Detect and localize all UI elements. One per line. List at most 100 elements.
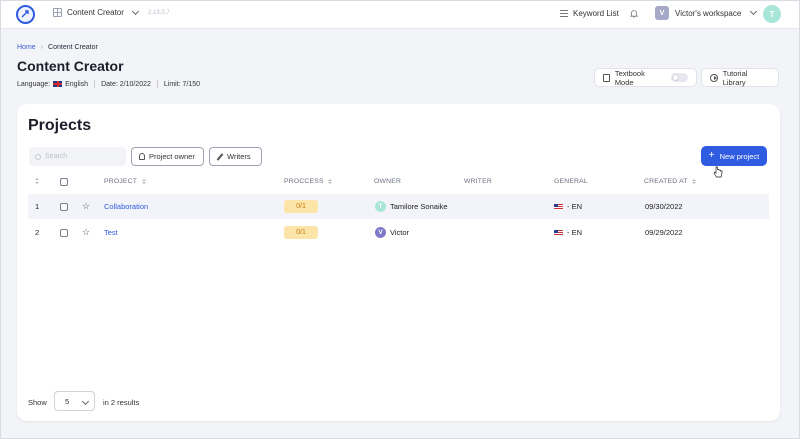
- sort-icon: [141, 178, 146, 185]
- chevron-right-icon: ›: [40, 44, 44, 51]
- owner-cell: V Victor: [375, 220, 409, 245]
- owner-name: Victor: [390, 228, 410, 237]
- tutorial-library-button[interactable]: Tutorial Library: [701, 68, 779, 87]
- keyword-list-label: Keyword List: [573, 9, 619, 18]
- row-index: 2: [35, 228, 40, 237]
- plus-icon: +: [708, 150, 715, 161]
- search-placeholder: Search: [45, 153, 68, 160]
- general-cell: - EN: [554, 220, 582, 245]
- new-project-button[interactable]: + New project: [701, 146, 767, 166]
- column-created-at-label: CREATED AT: [644, 178, 688, 185]
- column-project-label: PROJECT: [104, 178, 138, 185]
- sort-icon: [34, 178, 39, 184]
- writers-label: Writers: [227, 152, 251, 161]
- divider: [94, 80, 96, 88]
- play-icon: [710, 73, 718, 82]
- sort-icon: [328, 178, 333, 185]
- version-label: 2.13.0.7: [148, 10, 170, 16]
- chevron-down-icon: [750, 7, 758, 16]
- user-icon: [139, 153, 145, 160]
- sort-icon: [692, 178, 697, 185]
- date-label: Date: 2/10/2022: [101, 80, 151, 88]
- general-cell: - EN: [554, 194, 582, 219]
- workspace-avatar: V: [655, 6, 669, 20]
- column-general-label: GENERAL: [554, 178, 588, 185]
- general-value: - EN: [567, 228, 582, 237]
- show-label: Show: [28, 398, 47, 407]
- grid-icon: [53, 8, 62, 17]
- page-title: Content Creator: [17, 58, 124, 74]
- language-label: Language:: [17, 80, 51, 88]
- general-value: - EN: [567, 202, 582, 211]
- projects-card: Projects Search Project owner Writers + …: [17, 104, 780, 421]
- table-row[interactable]: 2 ☆ Test 0/1 V Victor - EN 09/29/2022: [28, 220, 769, 245]
- sort-index[interactable]: [34, 178, 39, 184]
- workspace-switcher[interactable]: V Victor's workspace: [655, 6, 758, 20]
- column-created-at[interactable]: CREATED AT: [644, 178, 697, 185]
- top-bar: Content Creator 2.13.0.7 Keyword List V …: [0, 0, 800, 29]
- app-name: Content Creator: [67, 8, 124, 17]
- textbook-mode-toggle[interactable]: Textbook Mode: [594, 68, 697, 87]
- created-at-cell: 09/29/2022: [645, 228, 683, 237]
- page-meta: Language: English Date: 2/10/2022 Limit:…: [17, 80, 200, 88]
- workspace-name: Victor's workspace: [675, 8, 742, 18]
- page-size-value: 5: [65, 396, 70, 406]
- row-index: 1: [35, 202, 40, 211]
- pencil-icon: [216, 152, 224, 161]
- project-link[interactable]: Collaboration: [104, 194, 148, 219]
- us-flag-icon: [554, 229, 563, 236]
- toggle-switch[interactable]: [670, 73, 688, 82]
- column-writer: WRITER: [464, 178, 492, 185]
- column-owner-label: OWNER: [374, 178, 402, 185]
- chevron-down-icon: [81, 397, 90, 406]
- app-switcher[interactable]: Content Creator: [53, 7, 139, 17]
- owner-cell: T Tamilore Sonaike: [375, 194, 448, 219]
- star-icon[interactable]: ☆: [82, 227, 90, 238]
- list-icon: [560, 10, 568, 17]
- logo-icon[interactable]: [16, 5, 35, 24]
- star-icon[interactable]: ☆: [82, 201, 90, 212]
- row-checkbox[interactable]: [60, 202, 68, 211]
- results-count: in 2 results: [103, 398, 140, 407]
- breadcrumb-current: Content Creator: [48, 44, 98, 51]
- column-process[interactable]: PROCCESS: [284, 178, 333, 185]
- us-flag-icon: [554, 203, 563, 210]
- table-row[interactable]: 1 ☆ Collaboration 0/1 T Tamilore Sonaike…: [28, 194, 769, 219]
- process-badge: 0/1: [284, 200, 318, 213]
- new-project-label: New project: [719, 151, 760, 161]
- checkbox[interactable]: [60, 178, 68, 186]
- book-icon: [603, 73, 610, 82]
- table-header: PROJECT PROCCESS OWNER WRITER GENERAL CR…: [17, 175, 780, 189]
- chevron-down-icon: [131, 7, 139, 15]
- search-icon: [35, 153, 41, 160]
- row-checkbox[interactable]: [60, 228, 68, 237]
- owner-name: Tamilore Sonaike: [390, 202, 448, 211]
- column-general: GENERAL: [554, 178, 588, 185]
- user-avatar[interactable]: T: [763, 5, 781, 23]
- created-at-cell: 09/30/2022: [645, 202, 683, 211]
- column-process-label: PROCCESS: [284, 178, 324, 185]
- column-project[interactable]: PROJECT: [104, 178, 146, 185]
- select-all-checkbox[interactable]: [60, 178, 68, 186]
- project-link[interactable]: Test: [104, 220, 118, 245]
- project-owner-label: Project owner: [149, 152, 195, 161]
- process-badge: 0/1: [284, 226, 318, 239]
- column-writer-label: WRITER: [464, 178, 493, 185]
- language-value: English: [65, 80, 89, 88]
- textbook-mode-label: Textbook Mode: [614, 68, 645, 87]
- search-input[interactable]: Search: [29, 147, 126, 166]
- limit-label: Limit: 7/150: [163, 80, 201, 88]
- projects-title: Projects: [28, 117, 92, 134]
- project-owner-filter[interactable]: Project owner: [131, 147, 204, 166]
- breadcrumb-home[interactable]: Home: [17, 44, 36, 51]
- keyword-list-button[interactable]: Keyword List: [560, 9, 619, 18]
- owner-avatar: V: [375, 227, 386, 238]
- page-size-select[interactable]: 5: [54, 391, 95, 411]
- tutorial-library-label: Tutorial Library: [722, 68, 748, 87]
- divider: [156, 80, 158, 88]
- writers-filter[interactable]: Writers: [209, 147, 262, 166]
- bell-icon[interactable]: [630, 9, 638, 18]
- owner-avatar: T: [375, 201, 386, 212]
- column-owner: OWNER: [374, 178, 401, 185]
- uk-flag-icon: [53, 81, 63, 87]
